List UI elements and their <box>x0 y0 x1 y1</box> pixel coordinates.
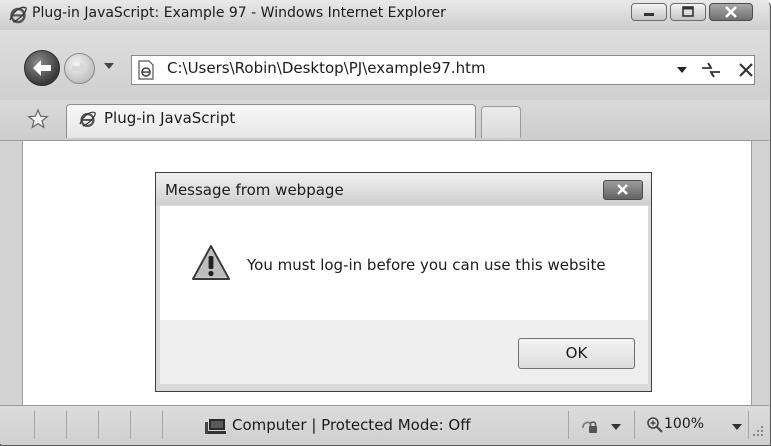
stop-icon[interactable] <box>734 58 758 82</box>
back-arrow-icon <box>33 60 51 76</box>
status-divider <box>748 411 749 439</box>
content-frame-right <box>752 141 769 405</box>
maximize-button[interactable] <box>670 3 706 21</box>
security-zone-text[interactable]: Computer | Protected Mode: Off <box>232 416 471 434</box>
protected-mode-dropdown-icon[interactable] <box>611 422 621 432</box>
status-divider <box>568 411 569 439</box>
minimize-icon <box>644 13 654 16</box>
address-url[interactable]: C:\Users\Robin\Desktop\PJ\example97.htm <box>167 59 486 77</box>
forward-button[interactable] <box>64 53 95 84</box>
zoom-dropdown-icon[interactable] <box>732 422 742 432</box>
protected-mode-icon[interactable] <box>580 416 600 436</box>
zoom-icon[interactable] <box>646 416 664 434</box>
close-icon <box>617 184 628 195</box>
new-tab-button[interactable] <box>481 106 521 138</box>
ie-logo-icon <box>9 6 27 24</box>
close-icon <box>725 6 737 18</box>
favorites-star-icon[interactable] <box>27 108 49 130</box>
page-icon <box>138 60 154 80</box>
status-divider <box>130 411 131 439</box>
status-divider <box>98 411 99 439</box>
back-button[interactable] <box>24 50 60 86</box>
tab-label: Plug-in JavaScript <box>104 109 236 127</box>
status-divider <box>34 411 35 439</box>
status-divider <box>66 411 67 439</box>
ie-logo-icon <box>79 111 96 128</box>
status-divider <box>162 411 163 439</box>
warning-icon <box>192 245 230 280</box>
computer-zone-icon[interactable] <box>205 416 227 436</box>
ok-button[interactable]: OK <box>518 338 635 369</box>
status-divider <box>634 411 635 439</box>
close-window-button[interactable] <box>709 3 753 21</box>
refresh-icon[interactable] <box>698 57 724 83</box>
recent-pages-dropdown-icon[interactable] <box>103 60 115 72</box>
resize-grip-icon[interactable] <box>752 425 764 437</box>
content-frame-left <box>0 141 22 405</box>
forward-arrow-icon <box>72 62 87 75</box>
minimize-button[interactable] <box>631 3 667 21</box>
maximize-icon <box>682 6 694 17</box>
zoom-level[interactable]: 100% <box>664 416 704 432</box>
dialog-close-button[interactable] <box>603 180 643 200</box>
address-dropdown-icon[interactable] <box>676 64 688 76</box>
window-title: Plug-in JavaScript: Example 97 - Windows… <box>32 5 446 21</box>
dialog-title: Message from webpage <box>165 181 344 199</box>
dialog-message: You must log-in before you can use this … <box>247 256 606 274</box>
